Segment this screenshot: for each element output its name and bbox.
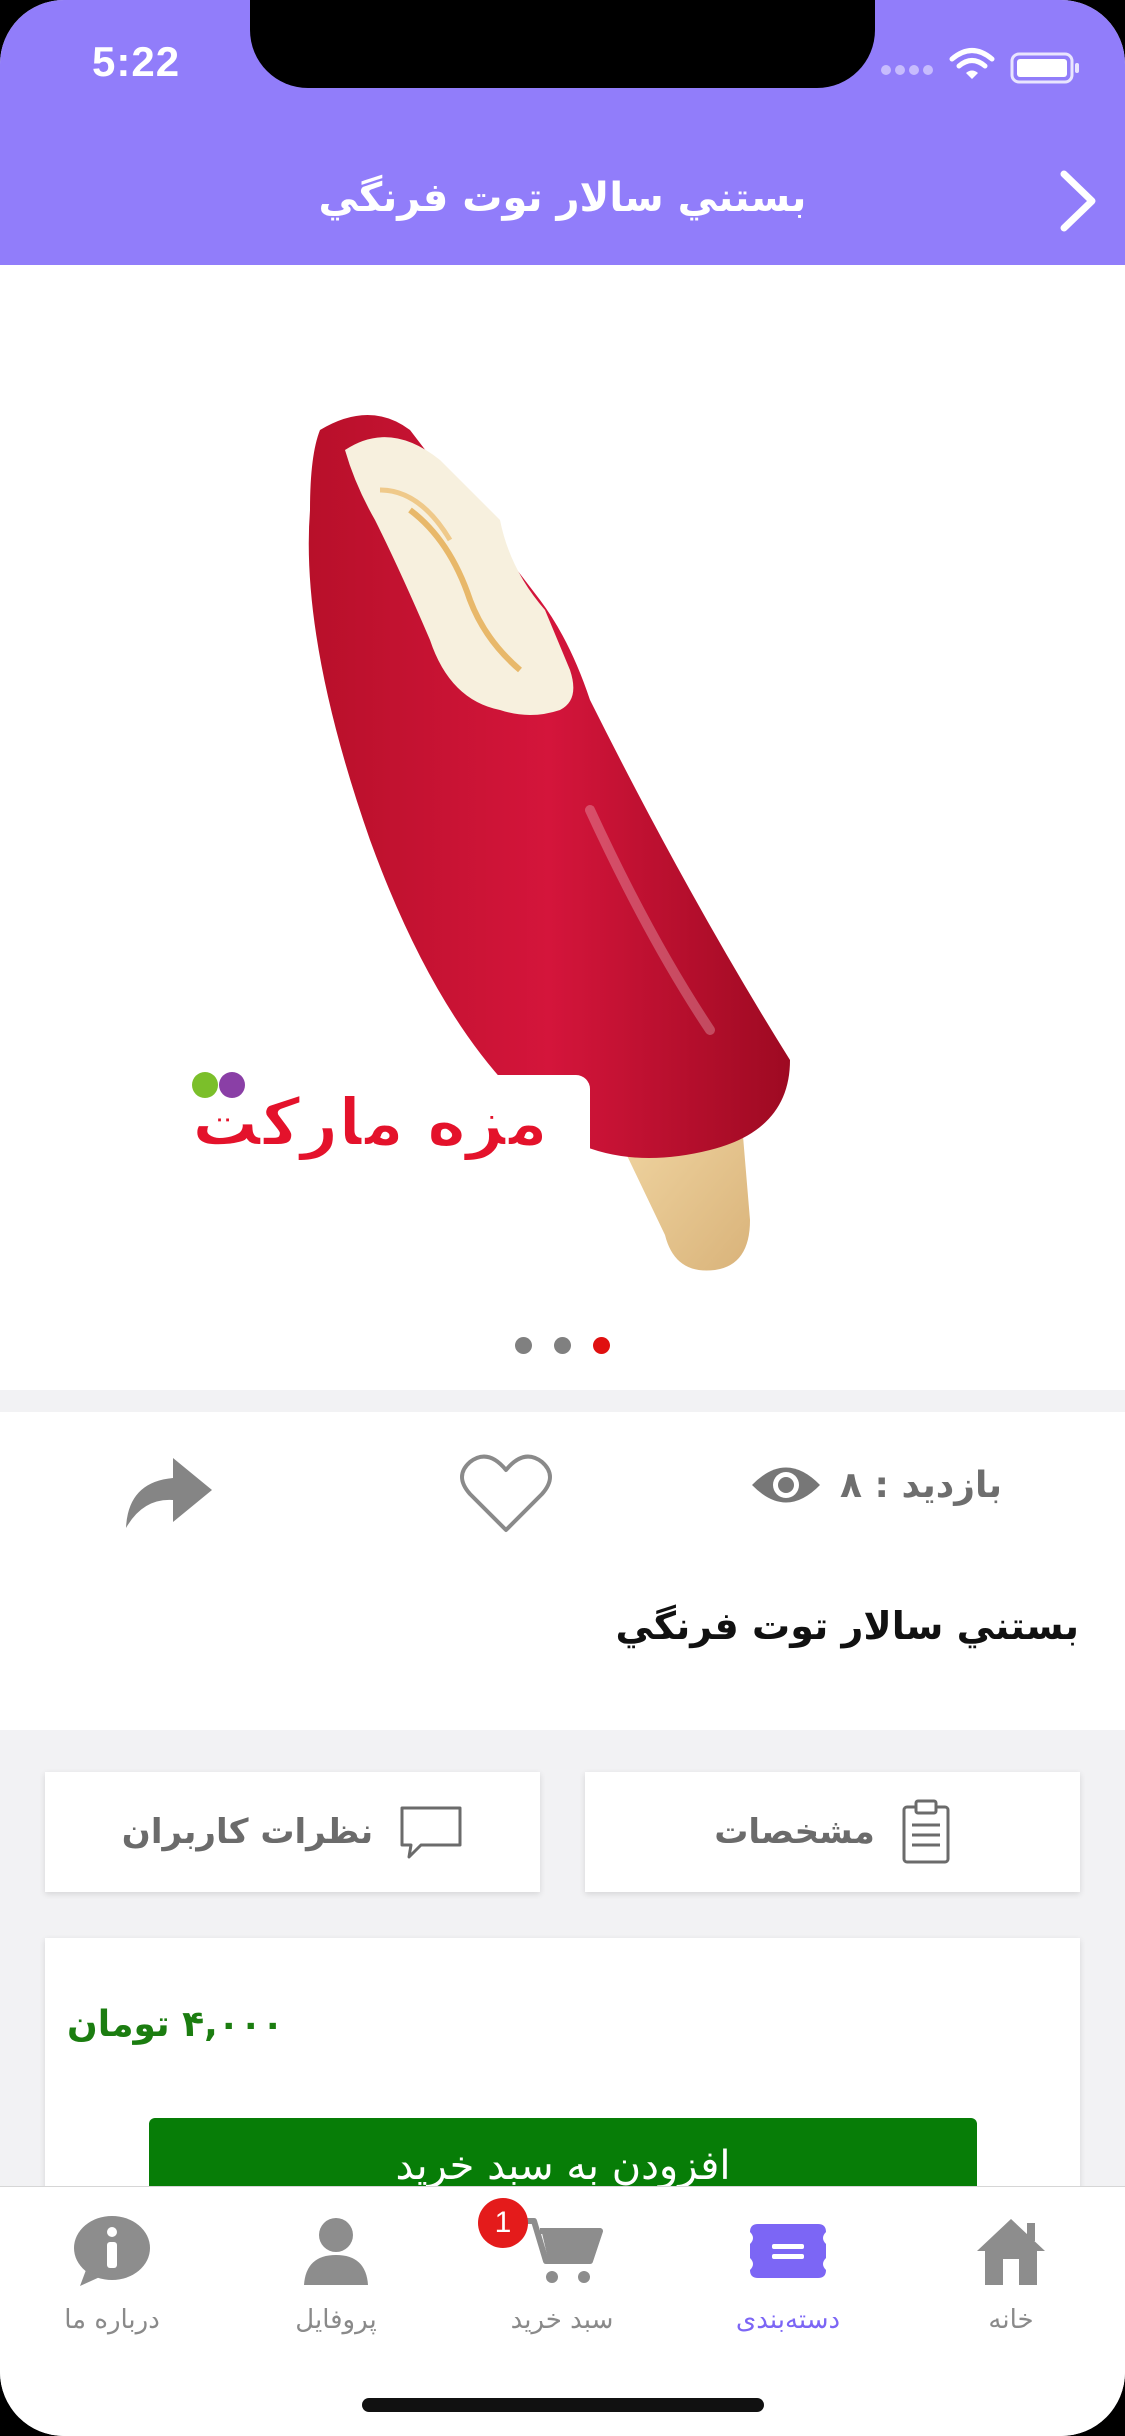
tab-specs-label: مشخصات: [714, 1812, 875, 1852]
product-image: مزه مارکت: [150, 415, 790, 1271]
status-time: 5:22: [92, 38, 181, 85]
brand-logo: مزه مارکت: [150, 1072, 590, 1175]
battery-icon: [1010, 52, 1079, 84]
nav-home[interactable]: خانه: [911, 2205, 1111, 2335]
product-gallery[interactable]: مزه مارکت: [0, 265, 1125, 1390]
header-bar: 5:22 بستني سالار توت فرنگي: [0, 0, 1125, 265]
eye-icon: [752, 1467, 820, 1503]
screen: 5:22 بستني سالار توت فرنگي مزه مارکت باز…: [0, 0, 1125, 2436]
pagination-dot[interactable]: [515, 1337, 532, 1354]
cart-badge: 1: [478, 2198, 528, 2248]
product-price: ۴,۰۰۰ تومان: [67, 2004, 284, 2045]
nav-about[interactable]: درباره ما: [12, 2205, 212, 2335]
info-icon: [74, 2216, 150, 2286]
notch: [250, 0, 875, 88]
home-indicator: [362, 2398, 764, 2412]
views-counter: بازدید : ۸: [750, 1462, 1002, 1508]
back-chevron-icon[interactable]: [1052, 166, 1102, 236]
product-name: بستني سالار توت فرنگي: [615, 1604, 1079, 1648]
wifi-icon: [949, 48, 995, 79]
clipboard-icon: [902, 1799, 950, 1864]
nav-about-label: درباره ما: [64, 2305, 160, 2335]
categories-icon: [750, 2224, 826, 2278]
cellular-signal-icon: [881, 65, 933, 75]
home-icon: [977, 2219, 1045, 2285]
pagination-dot[interactable]: [554, 1337, 571, 1354]
nav-cart-label: سبد خرید: [510, 2305, 614, 2335]
heart-icon[interactable]: [458, 1452, 554, 1536]
pagination-dot-active[interactable]: [593, 1337, 610, 1354]
user-icon: [304, 2218, 368, 2285]
tab-specs[interactable]: مشخصات: [585, 1772, 1080, 1892]
nav-home-label: خانه: [988, 2305, 1034, 2335]
cart-icon: [522, 2218, 603, 2283]
tab-comments[interactable]: نظرات کاربران: [45, 1772, 540, 1892]
views-label: بازدید : ۸: [840, 1464, 1002, 1506]
nav-profile-label: پروفایل: [295, 2305, 377, 2335]
nav-categories-label: دسته‌بندی: [735, 2305, 841, 2335]
page-title: بستني سالار توت فرنگي: [318, 175, 807, 221]
product-info: بازدید : ۸ بستني سالار توت فرنگي: [0, 1412, 1125, 1730]
gallery-pagination[interactable]: [0, 1337, 1125, 1354]
comment-icon: [400, 1806, 462, 1859]
share-icon[interactable]: [118, 1452, 218, 1532]
tab-comments-label: نظرات کاربران: [121, 1812, 374, 1852]
nav-categories[interactable]: دسته‌بندی: [688, 2205, 888, 2335]
svg-text:مزه مارکت: مزه مارکت: [192, 1084, 548, 1161]
nav-profile[interactable]: پروفایل: [236, 2205, 436, 2335]
